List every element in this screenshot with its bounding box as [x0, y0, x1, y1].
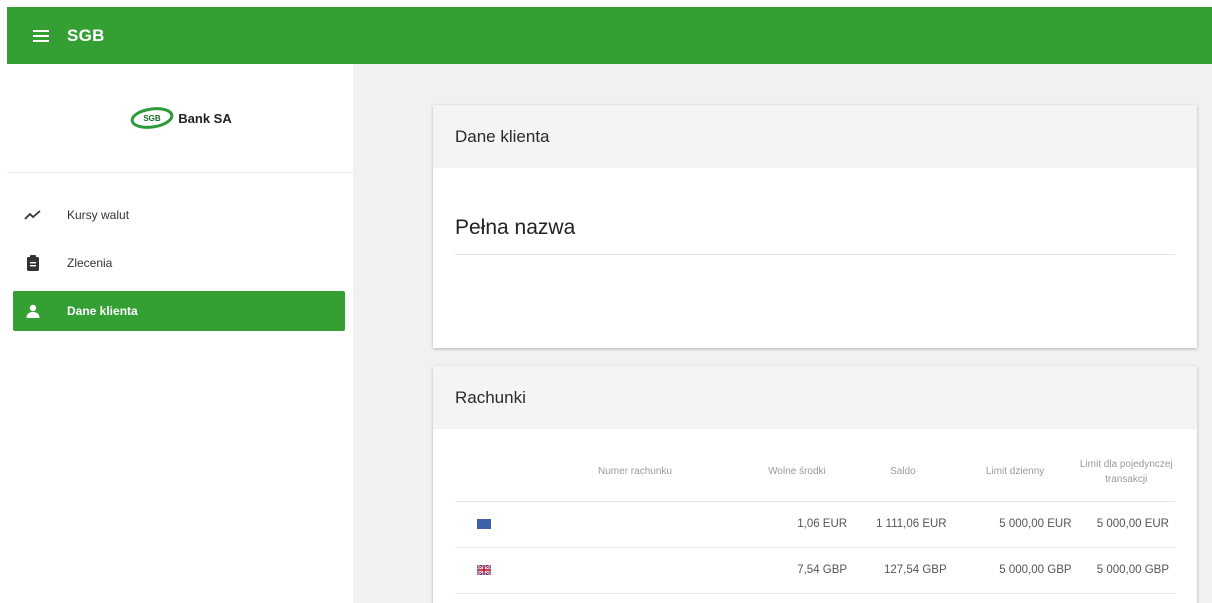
daily-limit-cell: 5 000,00 EUR [952, 501, 1078, 548]
card-header: Rachunki [433, 366, 1197, 429]
app-title: SGB [67, 25, 105, 45]
accounts-table-wrap: Numer rachunku Wolne środki Saldo Limit … [433, 429, 1197, 594]
single-limit-cell: 5 000,00 GBP [1077, 547, 1175, 594]
sidebar-item-label: Dane klienta [67, 304, 138, 318]
available-funds-cell: 7,54 GBP [740, 547, 854, 594]
column-header-account-number[interactable]: Numer rachunku [529, 443, 741, 502]
svg-text:SGB: SGB [144, 114, 162, 123]
daily-limit-cell: 5 000,00 GBP [952, 547, 1078, 594]
single-limit-cell: 5 000,00 EUR [1077, 501, 1175, 548]
menu-icon[interactable] [29, 24, 53, 48]
column-header-daily-limit[interactable]: Limit dzienny [952, 443, 1078, 502]
flag-cell [455, 547, 530, 594]
sidebar-item-label: Kursy walut [67, 208, 130, 222]
flag-cell [455, 501, 530, 548]
table-row[interactable]: 1,06 EUR 1 111,06 EUR 5 000,00 EUR 5 000… [455, 501, 1175, 548]
card-header: Dane klienta [433, 105, 1197, 168]
column-header-single-transaction-limit[interactable]: Limit dla pojedynczej transakcji [1077, 443, 1175, 502]
logo-area: SGB Bank SA [7, 64, 353, 173]
sidebar-item-label: Zlecenia [67, 256, 113, 270]
column-header-balance[interactable]: Saldo [853, 443, 953, 502]
card-title: Rachunki [455, 387, 526, 407]
top-app-bar: SGB [7, 7, 1212, 64]
gb-flag-icon [477, 564, 491, 575]
sgb-logo-icon: SGB [130, 107, 174, 129]
eu-flag-icon [477, 518, 491, 529]
account-number-cell [529, 547, 741, 594]
clipboard-icon [23, 253, 43, 273]
sidebar-item-kursy-walut[interactable]: Kursy walut [13, 195, 345, 235]
logo-text: Bank SA [178, 110, 232, 126]
available-funds-cell: 1,06 EUR [740, 501, 854, 548]
client-data-card: Dane klienta Pełna nazwa [433, 105, 1197, 348]
sidebar-item-zlecenia[interactable]: Zlecenia [13, 243, 345, 283]
balance-cell: 1 111,06 EUR [853, 501, 953, 548]
full-name-label: Pełna nazwa [455, 216, 1175, 255]
sidebar: SGB Bank SA Kursy walut Zlecenia Dane kl… [7, 64, 353, 603]
accounts-table: Numer rachunku Wolne środki Saldo Limit … [455, 443, 1175, 594]
sidebar-item-dane-klienta[interactable]: Dane klienta [13, 291, 345, 331]
table-row[interactable]: 7,54 GBP 127,54 GBP 5 000,00 GBP 5 000,0… [455, 547, 1175, 594]
trending-icon [23, 205, 43, 225]
table-header-row: Numer rachunku Wolne środki Saldo Limit … [455, 443, 1175, 502]
account-number-cell [529, 501, 741, 548]
person-icon [23, 301, 43, 321]
balance-cell: 127,54 GBP [853, 547, 953, 594]
main-content: Dane klienta Pełna nazwa Rachunki Numer … [353, 64, 1212, 603]
accounts-card: Rachunki Numer rachunku Wolne środki Sal… [433, 366, 1197, 603]
column-header-flag [455, 443, 530, 502]
card-title: Dane klienta [455, 126, 550, 146]
bank-logo: SGB Bank SA [130, 106, 232, 130]
column-header-available-funds[interactable]: Wolne środki [740, 443, 854, 502]
sidebar-nav: Kursy walut Zlecenia Dane klienta [7, 173, 353, 331]
